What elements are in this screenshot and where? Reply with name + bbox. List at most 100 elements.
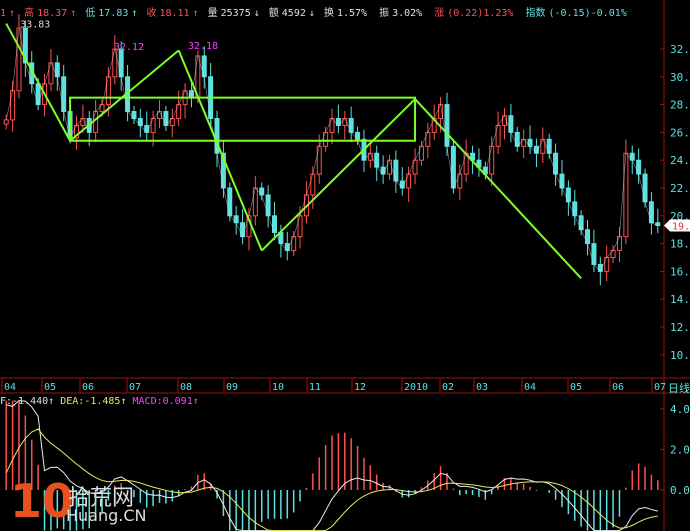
candle-body xyxy=(323,131,329,147)
candle-body xyxy=(648,201,654,224)
candle-body xyxy=(201,55,207,78)
candle-body xyxy=(527,138,533,147)
candle-body xyxy=(412,159,418,175)
candle-body xyxy=(227,187,233,217)
candle-body xyxy=(604,257,610,272)
date-tick-label: 2010 xyxy=(404,382,428,393)
candle-body xyxy=(540,138,546,154)
candle-body xyxy=(99,104,105,113)
candle-body xyxy=(508,115,514,133)
candle-body xyxy=(355,131,361,140)
candle-body xyxy=(438,104,444,119)
price-zigzag-thin xyxy=(5,28,658,272)
price-tick-label: 32.00 xyxy=(670,43,690,56)
macd-tick-label: 4.0 xyxy=(670,403,690,416)
candle-body xyxy=(585,229,591,245)
price-tick-label: 18.00 xyxy=(670,238,690,251)
candle-body xyxy=(374,152,380,168)
candle-body xyxy=(521,138,527,147)
candle-body xyxy=(610,250,616,259)
period-label[interactable]: 日线 xyxy=(668,380,690,396)
date-tick-label: 11 xyxy=(309,382,321,393)
candle-body xyxy=(16,27,22,92)
date-tick-label: 04 xyxy=(4,382,16,393)
candle-body xyxy=(105,76,111,106)
candle-body xyxy=(425,131,431,147)
date-tick-label: 05 xyxy=(570,382,582,393)
candle-body xyxy=(553,152,559,175)
candle-body xyxy=(591,243,597,265)
macd-legend: F:-1.440↑ DEA:-1.485↑ MACD:0.091↑ xyxy=(0,396,199,407)
price-tick-label: 26.00 xyxy=(670,126,690,139)
candle-body xyxy=(131,111,137,120)
candle-body xyxy=(163,111,169,126)
candle-body xyxy=(310,173,316,196)
candle-body xyxy=(54,62,60,78)
date-tick-label: 04 xyxy=(524,382,536,393)
price-tick-label: 10.00 xyxy=(670,349,690,362)
candle-body xyxy=(565,187,571,203)
date-tick-label: 03 xyxy=(476,382,488,393)
macd-value: MACD:0.091 xyxy=(132,396,193,407)
zigzag-line xyxy=(69,49,180,142)
candle-body xyxy=(150,118,156,133)
candle-body xyxy=(169,118,175,126)
candle-body xyxy=(259,187,265,196)
candle-body xyxy=(457,173,463,189)
date-tick-label: 07 xyxy=(654,382,666,393)
candle-body xyxy=(578,215,584,231)
candle-body xyxy=(137,118,143,126)
candle-body xyxy=(450,145,456,189)
candle-body xyxy=(406,173,412,189)
date-tick-label: 05 xyxy=(44,382,56,393)
candle-body xyxy=(629,152,635,161)
logo-en: Huang.CN xyxy=(66,506,147,525)
candle-body xyxy=(233,215,239,224)
date-tick-label: 02 xyxy=(442,382,454,393)
candle-body xyxy=(642,173,648,203)
price-tick-label: 24.00 xyxy=(670,154,690,167)
candle-body xyxy=(35,83,41,106)
date-tick-label: 09 xyxy=(226,382,238,393)
consolidation-box xyxy=(69,96,417,142)
candle-body xyxy=(386,159,392,175)
macd-tick-label: 2.0 xyxy=(670,443,690,456)
candle-body xyxy=(112,48,118,78)
macd-tick-label: 0.0 xyxy=(670,484,690,497)
candle-body xyxy=(393,159,399,182)
date-tick-label: 07 xyxy=(129,382,141,393)
candle-body xyxy=(616,236,622,252)
date-tick-label: 06 xyxy=(612,382,624,393)
candle-body xyxy=(546,138,552,154)
stock-chart[interactable]: 32.0030.0028.0026.0024.0022.0020.0018.00… xyxy=(0,0,690,531)
logo-number: 10 xyxy=(10,474,75,528)
watermark-logo: 10 拾荒网 Huang.CN xyxy=(10,474,160,530)
candle-body xyxy=(176,104,182,119)
candle-body xyxy=(291,236,297,252)
candle-body xyxy=(240,222,246,238)
candle-body xyxy=(514,131,520,147)
date-tick-label: 12 xyxy=(354,382,366,393)
candle-body xyxy=(444,104,450,147)
candle-body xyxy=(118,48,124,78)
price-tick-label: 30.00 xyxy=(670,71,690,84)
candle-body xyxy=(623,152,629,238)
zigzag-line xyxy=(5,23,71,142)
candle-body xyxy=(329,118,335,133)
candle-body xyxy=(93,111,99,133)
candle-body xyxy=(489,145,495,175)
candle-body xyxy=(272,215,278,233)
current-price-label: 19.3 xyxy=(672,222,690,233)
dif-value: F:-1.440 xyxy=(0,396,49,407)
date-tick-label: 08 xyxy=(180,382,192,393)
candle-body xyxy=(572,201,578,217)
candle-body xyxy=(495,124,501,147)
price-tick-label: 16.00 xyxy=(670,265,690,278)
price-tick-label: 28.00 xyxy=(670,99,690,112)
candle-body xyxy=(265,194,271,217)
candle-body xyxy=(297,215,303,238)
price-annotation: 32.12 xyxy=(114,42,144,53)
candle-body xyxy=(501,115,507,126)
candle-body xyxy=(252,187,258,217)
candle-body xyxy=(3,119,9,125)
